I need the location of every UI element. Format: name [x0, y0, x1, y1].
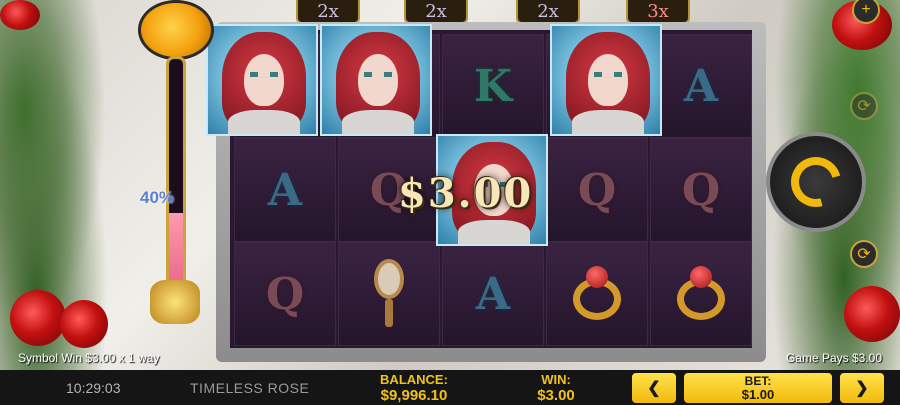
win-value: $3.00 [537, 387, 575, 404]
multiplier-badge-3: 2x [516, 0, 580, 24]
game-title: TIMELESS ROSE [190, 380, 310, 396]
balance-label: BALANCE: [380, 372, 448, 387]
reel-cell [650, 242, 752, 346]
reel-cell: Q [650, 138, 752, 242]
symbol-a: A [683, 60, 719, 112]
reel-cell: A [234, 138, 336, 242]
win-amount-overlay: $3.00 [398, 170, 534, 217]
ring-icon [671, 264, 731, 324]
settings-disabled-icon: ⟳ [850, 92, 878, 120]
reel-cell [546, 242, 648, 346]
symbol-k: K [473, 60, 513, 112]
rose-decor-left-top [0, 0, 40, 30]
ring-icon [567, 264, 627, 324]
bet-value: $1.00 [741, 387, 775, 402]
rose-decor-left-bottom-2 [60, 300, 108, 348]
reel-cell: K [442, 34, 544, 138]
meter-base-ornament [150, 280, 200, 324]
symbol-q: Q [577, 164, 617, 216]
reel-cell: A [442, 242, 544, 346]
symbol-q: Q [681, 164, 721, 216]
portrait-symbol [320, 24, 432, 136]
golden-rose-icon [138, 0, 214, 60]
reel-cell: Q [234, 242, 336, 346]
multiplier-badge-2: 2x [404, 0, 468, 24]
bet-increase-button[interactable]: ❯ [840, 373, 884, 403]
spin-arrow-icon [781, 147, 851, 217]
reel-cell [338, 242, 440, 346]
reel-cell: Q [546, 138, 648, 242]
symbol-a: A [475, 268, 511, 320]
spin-button[interactable] [766, 132, 866, 232]
bet-label: BET: [744, 374, 772, 388]
multiplier-badge-4: 3x [626, 0, 690, 24]
multiplier-badge-1: 2x [296, 0, 360, 24]
autoplay-button[interactable]: ⟳ [850, 240, 878, 268]
win-label: WIN: [541, 372, 571, 387]
symbol-win-text: Symbol Win $3.00 x 1 way [18, 351, 160, 365]
meter-percent-label: 40% [140, 188, 175, 207]
rose-decor-right-bottom [844, 286, 900, 342]
symbol-a: A [267, 164, 303, 216]
win-display: WIN: $3.00 [532, 373, 580, 405]
rose-decor-left-bottom [10, 290, 66, 346]
game-pays-text: Game Pays $3.00 [785, 351, 882, 365]
feature-meter [166, 56, 186, 318]
portrait-symbol [206, 24, 318, 136]
balance-value: $9,996.10 [380, 387, 448, 404]
portrait-symbol [550, 24, 662, 136]
mirror-icon [369, 259, 409, 329]
bet-decrease-button[interactable]: ❮ [632, 373, 676, 403]
reel-cell: A [650, 34, 752, 138]
balance-display: BALANCE: $9,996.10 [372, 373, 456, 405]
symbol-q: Q [265, 268, 305, 320]
clock: 10:29:03 [66, 380, 121, 396]
bet-display[interactable]: BET: $1.00 [684, 373, 832, 403]
